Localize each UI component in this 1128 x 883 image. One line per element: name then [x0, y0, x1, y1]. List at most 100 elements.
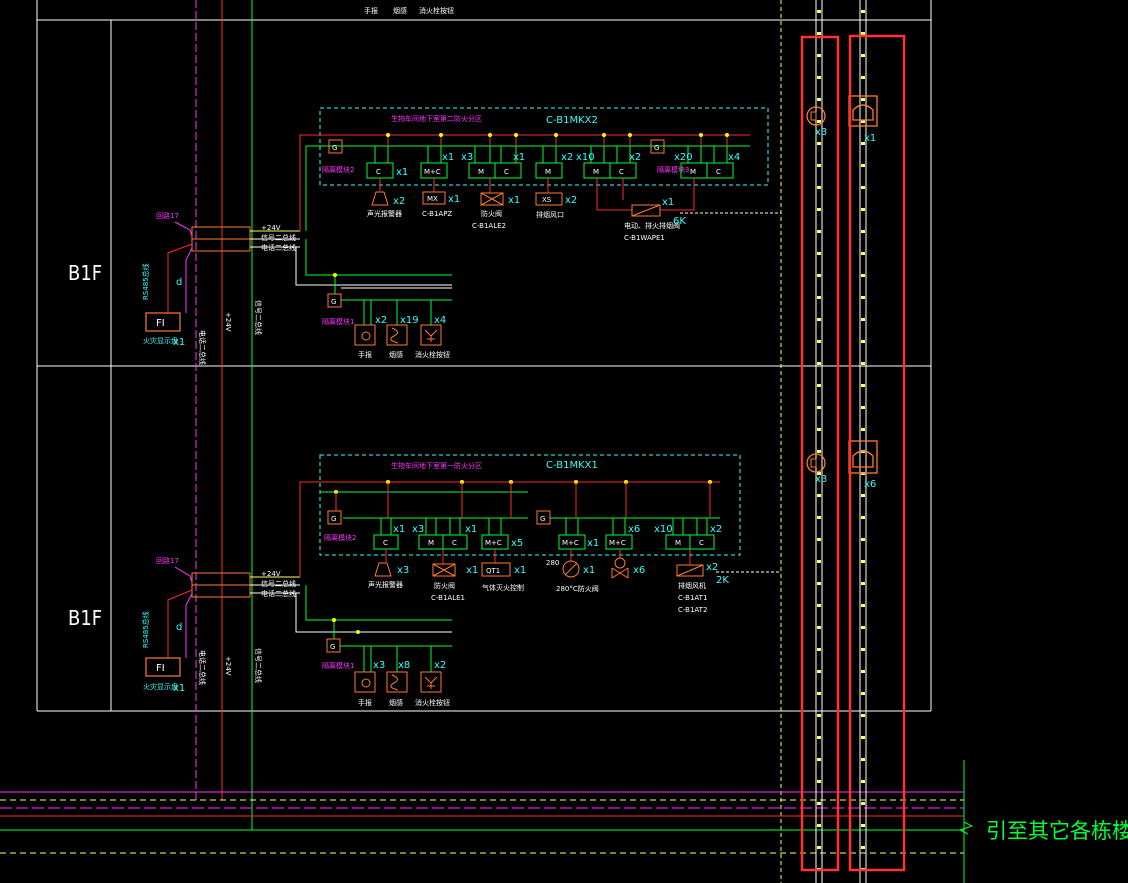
speaker-count-upper: x3 [815, 127, 827, 138]
g-text: G [331, 298, 336, 306]
highlight-speaker-riser[interactable] [800, 35, 840, 872]
riser-tick [817, 208, 821, 211]
isolator-label-1: 隔离模块2 [324, 533, 356, 542]
riser-tick [817, 186, 821, 189]
module-count: x6 [628, 524, 640, 535]
dev-label: 气体灭火控制 [482, 583, 524, 592]
floor-label: B1F [68, 261, 102, 285]
riser-tick [817, 692, 821, 695]
riser-tick [817, 32, 821, 35]
vert-left-label: 电话二总线 [198, 330, 207, 365]
riser-tick [817, 98, 821, 101]
riser-tick [861, 340, 865, 343]
floor-label: B1F [68, 606, 102, 630]
riser-tick [817, 406, 821, 409]
side-label: 引至其它各栋楼 [986, 819, 1128, 843]
module-text: M [690, 168, 696, 176]
riser-tick [861, 230, 865, 233]
legend-hydrant: 消火栓按钮 [419, 6, 454, 15]
d-label: d [176, 622, 182, 633]
dev-count: x2 [393, 196, 405, 207]
module-text: M [478, 168, 484, 176]
loop-label: 烟感 [389, 350, 403, 359]
g-text: G [332, 144, 337, 152]
module-count: x20 [674, 152, 693, 163]
bus-power-label: 电话二总线 [261, 243, 296, 252]
module-text: C [699, 539, 704, 547]
riser-tick [817, 780, 821, 783]
local-loop: G 隔离模块1 x2 x19 x4 手报 烟感 消火栓按钮 [322, 273, 452, 359]
riser-tick [817, 604, 821, 607]
riser-tick [861, 362, 865, 365]
riser-tick [861, 208, 865, 211]
riser-tick [817, 824, 821, 827]
loop-label: 烟感 [389, 698, 403, 707]
lower-section: B1F +24V 信号二总线 电话二总线 回路17 RS485总线 d FI 火… [68, 454, 781, 707]
riser-tick [861, 802, 865, 805]
dev-count: x1 [448, 194, 460, 205]
riser-tick [861, 186, 865, 189]
vert-mid-label: +24V [224, 656, 232, 676]
pump-icon [614, 557, 626, 569]
riser-tick [861, 516, 865, 519]
riser-tick [861, 626, 865, 629]
dev-count: x2 [706, 562, 718, 573]
xs-text: XS [542, 196, 552, 204]
dev-count: x3 [397, 565, 409, 576]
loop-count: x2 [375, 315, 387, 326]
dev-label: 声光报警器 [367, 209, 402, 218]
isolator-label-lower: 隔离模块1 [322, 317, 354, 326]
dev-count: x1 [514, 565, 526, 576]
fi-count: x1 [173, 337, 185, 348]
riser-tick [817, 516, 821, 519]
riser-tick [817, 494, 821, 497]
panel-code: C-B1MKX1 [546, 460, 598, 471]
module-text: M+C [485, 539, 502, 547]
module-text: M+C [562, 539, 579, 547]
fire-alarm-system-diagram: 手报 烟感 消火栓按钮 x3 x1 x3 x6 引至其它各栋楼 B1F +24V… [0, 0, 1128, 883]
riser-tick [861, 692, 865, 695]
riser-tick [861, 98, 865, 101]
manual-call-icon [354, 324, 376, 346]
dev-label: C-B1APZ [422, 210, 452, 218]
module-count: x1 [396, 167, 408, 178]
dev-label: 防火阀 [434, 581, 455, 590]
loop-label: 手报 [358, 698, 372, 707]
field-devices: x2 声光报警器 MX x1 C-B1APZ x1 防火阀 C-B1ALE2 X… [367, 178, 781, 242]
riser-tick [817, 296, 821, 299]
riser-tick [817, 758, 821, 761]
dev-count: x2 [565, 195, 577, 206]
riser-tick [861, 670, 865, 673]
dev-280: 280 [546, 559, 559, 567]
riser-tick [817, 648, 821, 651]
alarm-horn-icon [374, 562, 392, 577]
dev-label: C-B1AT1 [678, 594, 707, 602]
riser-tick [817, 560, 821, 563]
riser-tick [861, 384, 865, 387]
riser-tick [861, 648, 865, 651]
dev-6k: 6K [673, 216, 686, 227]
speaker-cone-icon [810, 111, 817, 121]
riser-tick [817, 340, 821, 343]
riser-tick [861, 274, 865, 277]
module-count: x5 [511, 538, 523, 549]
phone-upper: x1 [848, 95, 878, 144]
module-text: M [593, 168, 599, 176]
g-text: G [331, 515, 336, 523]
dev-2k: 2K [716, 575, 729, 586]
riser-tick [861, 32, 865, 35]
bus-signal-label: 信号二总线 [261, 579, 296, 588]
mx-text: MX [427, 195, 438, 203]
riser-tick [861, 780, 865, 783]
module-count: x1 [513, 152, 525, 163]
riser-tick [861, 252, 865, 255]
module-count: x10 [654, 524, 673, 535]
vert-mid-label: +24V [224, 312, 232, 332]
riser-tick [861, 54, 865, 57]
riser-tick [861, 736, 865, 739]
riser-tick [861, 824, 865, 827]
g-text: G [540, 515, 545, 523]
riser-tick [817, 142, 821, 145]
riser-tick [817, 120, 821, 123]
module-text: M [545, 168, 551, 176]
